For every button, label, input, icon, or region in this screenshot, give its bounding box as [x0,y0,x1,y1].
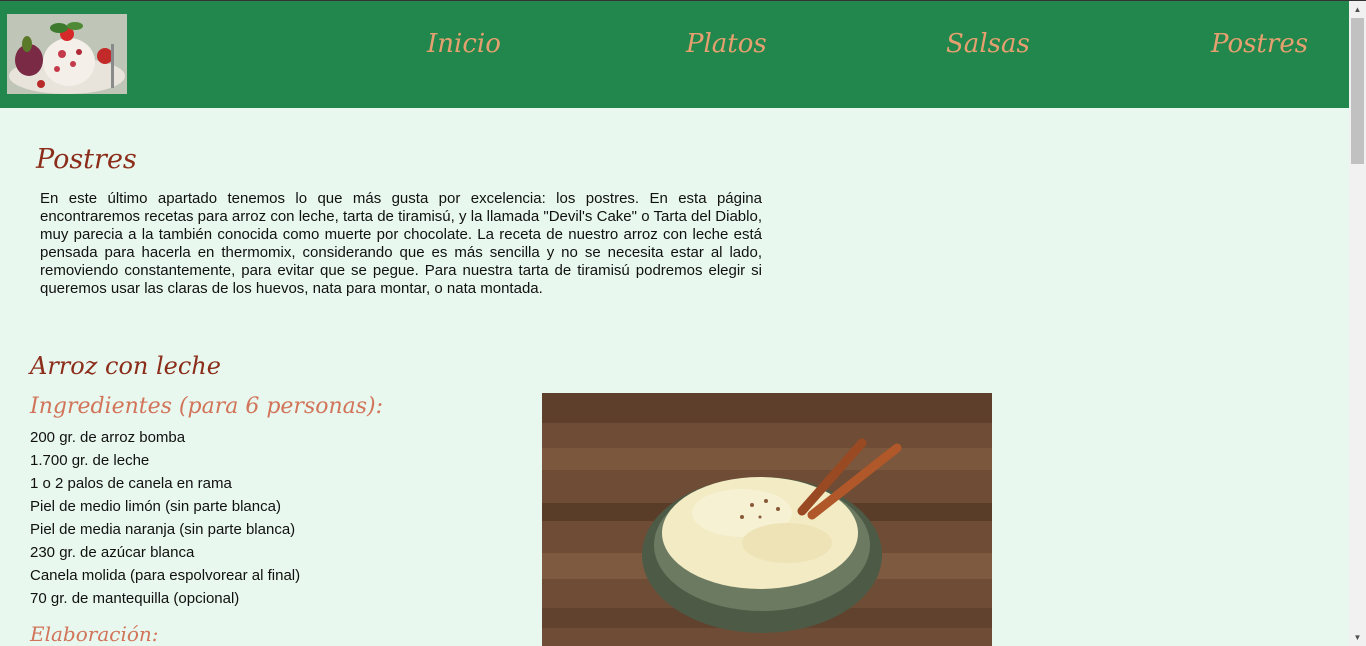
rice-pudding-photo [542,393,992,646]
page-title: Postres [36,144,137,175]
list-item: 230 gr. de azúcar blanca [30,544,195,561]
list-item: 1 o 2 palos de canela en rama [30,475,232,492]
vertical-scrollbar[interactable]: ▲ ▼ [1349,1,1366,646]
list-item: Piel de medio limón (sin parte blanca) [30,498,281,515]
scroll-thumb[interactable] [1351,18,1364,164]
ingredients-heading: Ingredientes (para 6 personas): [30,394,384,419]
list-item: Canela molida (para espolvorear al final… [30,567,301,584]
recipe-title: Arroz con leche [30,352,221,380]
site-header: Inicio Platos Salsas Postres [0,1,1349,108]
scroll-down-icon[interactable]: ▼ [1349,629,1366,646]
nav-link-platos[interactable]: Platos [686,29,767,59]
ingredients-list: 200 gr. de arroz bomba 1.700 gr. de lech… [30,426,300,610]
intro-paragraph: En este último apartado tenemos lo que m… [40,190,762,297]
main-content: Postres En este último apartado tenemos … [0,108,1349,646]
list-item: 200 gr. de arroz bomba [30,429,186,446]
dessert-logo-image [7,14,127,94]
list-item: 1.700 gr. de leche [30,452,150,469]
nav-link-inicio[interactable]: Inicio [427,29,501,59]
scroll-up-icon[interactable]: ▲ [1349,1,1366,18]
nav-link-postres[interactable]: Postres [1211,29,1308,59]
list-item: 70 gr. de mantequilla (opcional) [30,590,240,607]
list-item: Piel de media naranja (sin parte blanca) [30,521,296,538]
site-logo[interactable] [7,14,127,94]
elaboration-heading: Elaboración: [30,622,159,646]
nav-link-salsas[interactable]: Salsas [946,29,1030,59]
